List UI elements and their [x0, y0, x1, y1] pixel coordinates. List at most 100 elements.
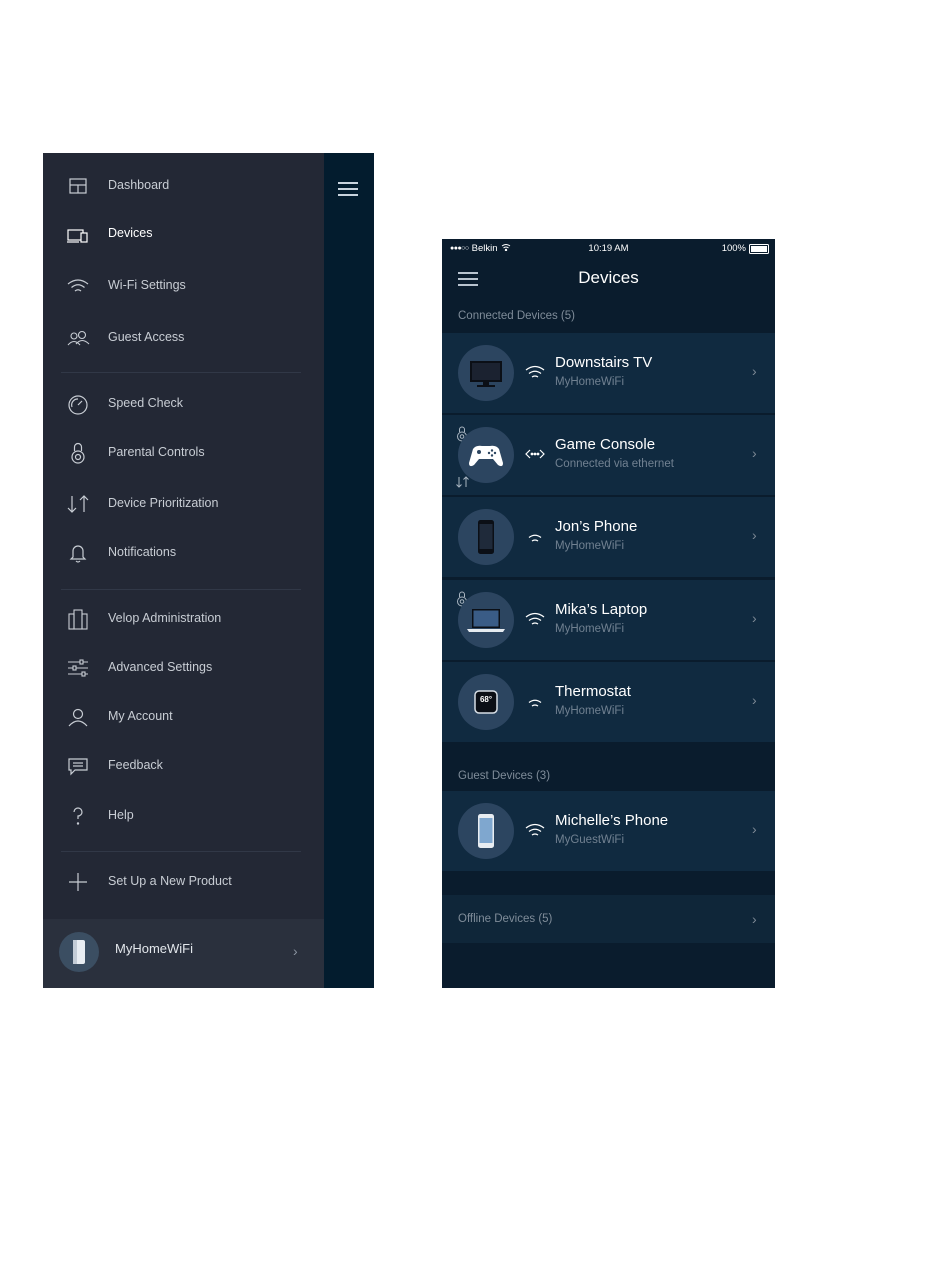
menu-item-feedback[interactable]: Feedback	[43, 746, 324, 786]
chevron-right-icon: ›	[752, 363, 757, 379]
menu-label: My Account	[108, 709, 173, 723]
menu-label: Notifications	[108, 545, 177, 559]
device-name: Jon’s Phone	[555, 518, 638, 535]
wifi-icon	[524, 821, 546, 839]
question-icon	[65, 804, 91, 828]
device-row-game-console[interactable]: Game Console Connected via ethernet ›	[442, 415, 775, 495]
menu-item-speed-check[interactable]: Speed Check	[43, 384, 324, 424]
underlying-app-strip	[324, 153, 374, 988]
sliders-icon	[65, 656, 91, 680]
laptop-icon	[467, 609, 505, 632]
offline-devices-row[interactable]: Offline Devices (5) ›	[442, 895, 775, 943]
menu-label: Guest Access	[108, 330, 185, 344]
battery-icon	[749, 243, 769, 254]
device-row-thermostat[interactable]: 68° Thermostat MyHomeWiFi ›	[442, 662, 775, 742]
offline-devices-label: Offline Devices (5)	[458, 913, 553, 925]
device-avatar	[458, 345, 514, 401]
velop-nodes-icon	[65, 607, 91, 631]
menu-label: Parental Controls	[108, 445, 205, 459]
menu-label: Feedback	[108, 758, 163, 772]
menu-item-my-account[interactable]: My Account	[43, 697, 324, 737]
menu-item-velop-administration[interactable]: Velop Administration	[43, 599, 324, 639]
tv-icon	[470, 361, 502, 387]
parental-controls-icon	[65, 441, 91, 465]
wifi-icon	[65, 274, 91, 298]
devices-icon	[65, 222, 91, 246]
chevron-right-icon: ›	[752, 527, 757, 543]
menu-item-set-up-new-product[interactable]: Set Up a New Product	[43, 862, 324, 902]
menu-divider	[61, 372, 301, 373]
menu-item-advanced-settings[interactable]: Advanced Settings	[43, 648, 324, 688]
phone-icon	[478, 814, 494, 848]
chevron-right-icon: ›	[752, 610, 757, 626]
prioritized-arrows-icon	[455, 475, 471, 488]
menu-label: Wi-Fi Settings	[108, 278, 186, 292]
battery-status: 100%	[722, 243, 769, 254]
devices-screen: ●●●○○ Belkin 10:19 AM 100% Devices Conne…	[442, 239, 775, 988]
device-row-downstairs-tv[interactable]: Downstairs TV MyHomeWiFi ›	[442, 333, 775, 413]
device-network: Connected via ethernet	[555, 458, 674, 470]
menu-item-parental-controls[interactable]: Parental Controls	[43, 433, 324, 473]
device-name: Thermostat	[555, 683, 631, 700]
device-avatar	[458, 803, 514, 859]
bell-icon	[65, 541, 91, 565]
page-title: Devices	[578, 268, 639, 287]
network-selector[interactable]: MyHomeWiFi ›	[43, 919, 324, 988]
wifi-icon	[524, 610, 546, 628]
guest-access-icon	[65, 326, 91, 350]
device-network: MyHomeWiFi	[555, 540, 624, 552]
device-name: Mika’s Laptop	[555, 601, 648, 618]
device-row-jons-phone[interactable]: Jon’s Phone MyHomeWiFi ›	[442, 497, 775, 577]
velop-node-avatar	[59, 932, 99, 972]
connected-devices-header: Connected Devices (5)	[458, 310, 575, 322]
device-network: MyHomeWiFi	[555, 623, 624, 635]
chevron-right-icon: ›	[752, 911, 757, 927]
wifi-icon	[524, 527, 546, 545]
device-avatar	[458, 592, 514, 648]
feedback-icon	[65, 754, 91, 778]
person-icon	[65, 705, 91, 729]
guest-devices-header: Guest Devices (3)	[458, 770, 551, 782]
menu-divider	[61, 589, 301, 590]
chevron-right-icon: ›	[293, 943, 298, 959]
device-name: Downstairs TV	[555, 354, 653, 371]
battery-percent: 100%	[721, 243, 746, 254]
chevron-right-icon: ›	[752, 445, 757, 461]
device-row-mikas-laptop[interactable]: Mika’s Laptop MyHomeWiFi ›	[442, 580, 775, 660]
menu-item-wifi-settings[interactable]: Wi-Fi Settings	[43, 266, 324, 306]
prioritization-arrows-icon	[65, 492, 91, 516]
menu-label: Velop Administration	[108, 611, 222, 625]
menu-label: Help	[108, 808, 134, 822]
menu-divider	[61, 851, 301, 852]
chevron-right-icon: ›	[752, 821, 757, 837]
device-network: MyGuestWiFi	[555, 834, 624, 846]
device-network: MyHomeWiFi	[555, 376, 624, 388]
menu-label: Device Prioritization	[108, 496, 219, 510]
hamburger-menu-icon[interactable]	[338, 181, 360, 197]
ethernet-icon	[524, 445, 546, 463]
wifi-icon	[524, 363, 546, 381]
plus-icon	[65, 870, 91, 894]
device-name: Game Console	[555, 436, 656, 453]
device-avatar: 68°	[458, 674, 514, 730]
menu-item-dashboard[interactable]: Dashboard	[43, 166, 324, 206]
device-row-michelles-phone[interactable]: Michelle’s Phone MyGuestWiFi ›	[442, 791, 775, 871]
thermostat-temperature: 68°	[479, 695, 493, 704]
menu-label: Advanced Settings	[108, 660, 213, 674]
menu-item-device-prioritization[interactable]: Device Prioritization	[43, 484, 324, 524]
speedometer-icon	[65, 392, 91, 416]
device-name: Michelle’s Phone	[555, 812, 669, 829]
menu-item-notifications[interactable]: Notifications	[43, 533, 324, 573]
menu-item-help[interactable]: Help	[43, 796, 324, 836]
wifi-icon	[524, 692, 546, 710]
network-name: MyHomeWiFi	[115, 941, 193, 956]
device-network: MyHomeWiFi	[555, 705, 624, 717]
status-bar: ●●●○○ Belkin 10:19 AM 100%	[442, 239, 775, 257]
menu-label: Dashboard	[108, 178, 170, 192]
device-avatar	[458, 509, 514, 565]
menu-item-guest-access[interactable]: Guest Access	[43, 318, 324, 358]
menu-label: Speed Check	[108, 396, 184, 410]
navigation-drawer-screen: Dashboard Devices Wi-Fi Settings Guest A…	[43, 153, 374, 988]
menu-item-devices[interactable]: Devices	[43, 214, 324, 254]
menu-label: Set Up a New Product	[108, 874, 232, 888]
